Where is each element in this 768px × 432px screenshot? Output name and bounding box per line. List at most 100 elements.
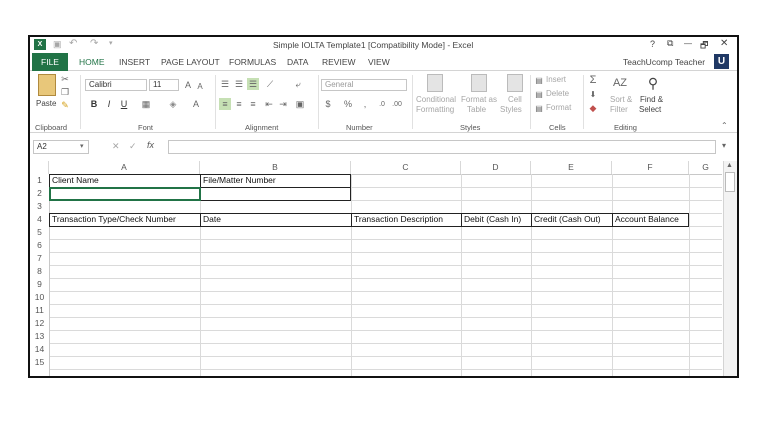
autosum-icon[interactable]: Σ [587, 74, 599, 86]
row-header[interactable]: 6 [30, 239, 49, 252]
cell-e4[interactable]: Credit (Cash Out) [532, 213, 612, 226]
sort-filter-label-2[interactable]: Filter [610, 105, 628, 114]
row-header[interactable]: 14 [30, 343, 49, 356]
row-header[interactable]: 5 [30, 226, 49, 239]
tab-page-layout[interactable]: PAGE LAYOUT [161, 57, 220, 67]
worksheet-grid[interactable]: A B C D E F G 1 2 3 4 5 6 7 8 9 10 11 12… [30, 161, 737, 376]
user-badge[interactable]: U [714, 54, 729, 69]
scroll-up-icon[interactable]: ▲ [726, 162, 733, 169]
bottom-align-icon[interactable]: ☰ [247, 78, 259, 90]
delete-cells-button[interactable]: Delete [546, 89, 569, 98]
minimize-button[interactable]: — [684, 39, 692, 48]
column-header-f[interactable]: F [612, 161, 689, 174]
row-header[interactable]: 13 [30, 330, 49, 343]
decrease-indent-icon[interactable]: ⇤ [263, 98, 275, 110]
find-select-label-2[interactable]: Select [639, 105, 661, 114]
name-box-dropdown-icon[interactable]: ▾ [80, 142, 84, 150]
cell-styles-label[interactable]: Cell [508, 95, 522, 104]
cut-icon[interactable]: ✂ [60, 74, 70, 84]
row-header[interactable]: 9 [30, 278, 49, 291]
conditional-formatting-label-2[interactable]: Formatting [416, 105, 454, 114]
increase-indent-icon[interactable]: ⇥ [277, 98, 289, 110]
format-cells-button[interactable]: Format [546, 103, 571, 112]
row-header[interactable]: 15 [30, 356, 49, 369]
orientation-icon[interactable]: ⟋ [263, 78, 277, 90]
tab-view[interactable]: VIEW [368, 57, 390, 67]
collapse-ribbon-icon[interactable]: ⌃ [721, 121, 728, 130]
select-all-corner[interactable] [30, 161, 49, 174]
row-header[interactable]: 2 [30, 187, 49, 200]
tab-insert[interactable]: INSERT [119, 57, 150, 67]
insert-function-button[interactable]: fx [147, 140, 154, 150]
insert-cells-button[interactable]: Insert [546, 75, 566, 84]
cell-f4[interactable]: Account Balance [613, 213, 689, 226]
cell-styles-icon[interactable] [507, 74, 523, 92]
top-align-icon[interactable]: ☰ [219, 78, 231, 90]
font-color-icon[interactable]: A [190, 98, 202, 110]
column-header-c[interactable]: C [351, 161, 461, 174]
increase-decimal-icon[interactable]: .0 [376, 98, 388, 110]
close-button[interactable]: ✕ [720, 38, 728, 49]
conditional-formatting-icon[interactable] [427, 74, 443, 92]
middle-align-icon[interactable]: ☰ [233, 78, 245, 90]
row-header[interactable]: 3 [30, 200, 49, 213]
format-as-table-label-2[interactable]: Table [467, 105, 486, 114]
formula-input[interactable] [168, 140, 716, 154]
tab-home[interactable]: HOME [79, 57, 105, 67]
undo-icon[interactable]: ↶ [69, 38, 77, 49]
bold-button[interactable]: B [88, 98, 100, 110]
italic-button[interactable]: I [103, 98, 115, 110]
row-header[interactable]: 10 [30, 291, 49, 304]
cell-d4[interactable]: Debit (Cash In) [462, 213, 531, 226]
tab-data[interactable]: DATA [287, 57, 308, 67]
row-header[interactable]: 1 [30, 174, 49, 187]
column-header-g[interactable]: G [689, 161, 722, 174]
redo-icon[interactable]: ↷ [90, 38, 98, 49]
clear-icon[interactable]: ◆ [587, 102, 599, 114]
maximize-button[interactable]: 🗗 [700, 38, 708, 54]
merge-center-icon[interactable]: ▣ [294, 98, 306, 110]
tab-formulas[interactable]: FORMULAS [229, 57, 276, 67]
row-header[interactable]: 4 [30, 213, 49, 226]
wrap-text-icon[interactable]: ⤶ [292, 78, 304, 90]
column-header-a[interactable]: A [49, 161, 200, 174]
find-select-label[interactable]: Find & [640, 95, 663, 104]
help-button[interactable]: ? [650, 39, 655, 49]
fill-icon[interactable]: ⬇ [587, 88, 599, 100]
number-format-dropdown[interactable]: General [321, 79, 407, 91]
format-as-table-label[interactable]: Format as [461, 95, 497, 104]
format-as-table-icon[interactable] [471, 74, 487, 92]
cell-styles-label-2[interactable]: Styles [500, 105, 522, 114]
font-name-dropdown[interactable]: Calibri [85, 79, 147, 91]
cancel-entry-button[interactable]: ✕ [112, 141, 120, 152]
vertical-scrollbar[interactable] [723, 161, 737, 376]
quick-access-dropdown-icon[interactable]: ▾ [109, 39, 113, 47]
enter-entry-button[interactable]: ✓ [129, 141, 137, 152]
currency-button[interactable]: $ [323, 98, 333, 110]
cell-a4[interactable]: Transaction Type/Check Number [50, 213, 200, 226]
scrollbar-thumb[interactable] [725, 172, 735, 192]
format-painter-icon[interactable]: ✎ [60, 100, 70, 110]
comma-button[interactable]: , [360, 98, 370, 110]
align-left-icon[interactable]: ≡ [219, 98, 231, 110]
paste-icon[interactable] [38, 74, 56, 96]
row-header[interactable]: 11 [30, 304, 49, 317]
find-select-icon[interactable]: ⚲ [644, 74, 662, 92]
paste-button[interactable]: Paste [36, 99, 56, 108]
row-header[interactable]: 7 [30, 252, 49, 265]
align-right-icon[interactable]: ≡ [247, 98, 259, 110]
column-header-e[interactable]: E [531, 161, 612, 174]
tab-review[interactable]: REVIEW [322, 57, 356, 67]
shrink-font-icon[interactable]: A [195, 80, 205, 92]
cell-c4[interactable]: Transaction Description [352, 213, 461, 226]
cell-a1[interactable]: Client Name [50, 174, 200, 187]
align-center-icon[interactable]: ≡ [233, 98, 245, 110]
save-icon[interactable]: ▣ [53, 39, 62, 50]
font-size-dropdown[interactable]: 11 [149, 79, 179, 91]
sort-filter-label[interactable]: Sort & [610, 95, 632, 104]
sort-filter-icon[interactable]: AZ [611, 74, 629, 92]
tab-file[interactable]: FILE [32, 53, 68, 71]
conditional-formatting-label[interactable]: Conditional [416, 95, 456, 104]
cell-b4[interactable]: Date [201, 213, 351, 226]
column-header-b[interactable]: B [200, 161, 351, 174]
